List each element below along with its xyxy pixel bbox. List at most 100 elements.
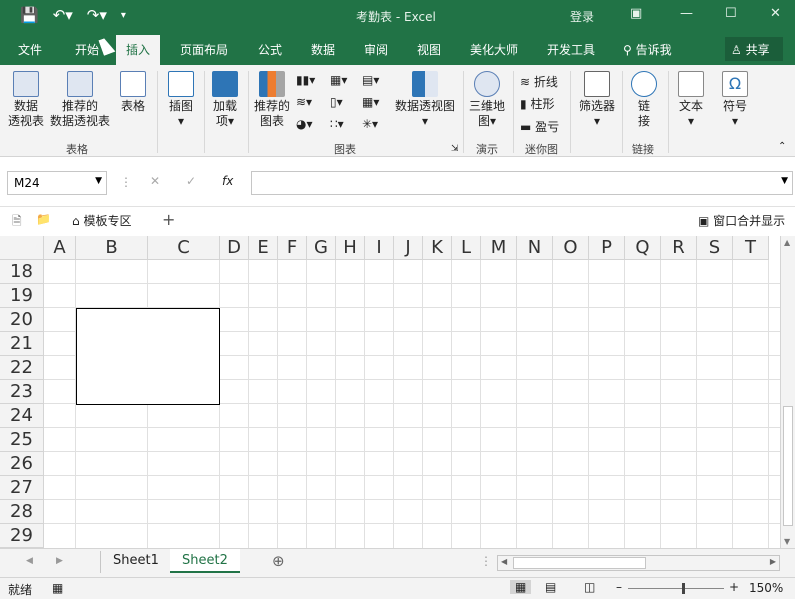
undo-icon[interactable]: ↶▾ <box>53 6 73 24</box>
scroll-left-icon[interactable]: ◀ <box>501 557 507 566</box>
3d-map-button[interactable]: 三维地 图▾ <box>466 71 508 129</box>
insert-function-icon[interactable]: fx <box>222 174 233 188</box>
text-button[interactable]: 文本 ▾ <box>672 71 710 129</box>
row-header[interactable]: 19 <box>0 284 44 308</box>
rectangle-shape[interactable] <box>76 308 220 405</box>
column-header[interactable]: H <box>336 236 365 260</box>
normal-view-icon[interactable]: ▦ <box>510 580 532 594</box>
pie-chart-icon[interactable]: ◕▾ <box>296 117 313 131</box>
row-header[interactable]: 18 <box>0 260 44 284</box>
new-file-icon[interactable]: 🗎 <box>12 212 22 233</box>
row-header[interactable]: 29 <box>0 524 44 548</box>
column-header[interactable]: K <box>423 236 452 260</box>
tab-beautify[interactable]: 美化大师 <box>470 41 518 58</box>
zoom-level[interactable]: 150% <box>749 581 783 595</box>
scroll-thumb[interactable] <box>513 557 646 569</box>
line-chart-icon[interactable]: ≋▾ <box>296 95 312 109</box>
tell-me[interactable]: ⚲ 告诉我 <box>623 41 672 58</box>
zoom-in-icon[interactable]: + <box>729 580 739 594</box>
column-header[interactable]: P <box>589 236 625 260</box>
row-header[interactable]: 22 <box>0 356 44 380</box>
macro-record-icon[interactable]: ▦ <box>52 581 63 595</box>
tab-developer[interactable]: 开发工具 <box>547 41 595 58</box>
scroll-down-icon[interactable]: ▼ <box>784 537 790 546</box>
horizontal-scrollbar[interactable]: ◀ ▶ <box>497 555 780 571</box>
customize-qat-icon[interactable]: ▾ <box>121 6 126 24</box>
save-icon[interactable]: 💾 <box>20 6 39 24</box>
ribbon-display-options-icon[interactable]: ▣ <box>630 6 642 21</box>
sparkline-winloss-button[interactable]: ▬ 盈亏 <box>520 118 559 135</box>
redo-icon[interactable]: ↷▾ <box>87 6 107 24</box>
scroll-right-icon[interactable]: ▶ <box>770 557 776 566</box>
column-header[interactable]: T <box>733 236 769 260</box>
tab-home[interactable]: 开始 <box>75 41 99 58</box>
column-header[interactable]: R <box>661 236 697 260</box>
column-header[interactable]: J <box>394 236 423 260</box>
column-header[interactable]: E <box>249 236 278 260</box>
tab-formulas[interactable]: 公式 <box>258 41 282 58</box>
pivot-table-button[interactable]: 数据 透视表 <box>6 71 46 129</box>
row-header[interactable]: 28 <box>0 500 44 524</box>
collapse-ribbon-icon[interactable]: ⌃ <box>778 141 786 152</box>
tab-page-layout[interactable]: 页面布局 <box>180 41 228 58</box>
column-header[interactable]: M <box>481 236 517 260</box>
illustrations-button[interactable]: 插图 ▾ <box>164 71 198 129</box>
template-zone-tab[interactable]: ⌂ 模板专区 <box>72 212 131 229</box>
sparkline-line-button[interactable]: ≋ 折线 <box>520 73 558 90</box>
share-button[interactable]: ♙ 共享 <box>725 37 783 61</box>
new-sheet-icon[interactable]: ⊕ <box>272 552 285 570</box>
enter-icon[interactable]: ✓ <box>186 174 196 188</box>
filter-button[interactable]: 筛选器 ▾ <box>575 71 619 129</box>
column-header[interactable]: I <box>365 236 394 260</box>
row-header[interactable]: 25 <box>0 428 44 452</box>
radar-chart-icon[interactable]: ✳▾ <box>362 117 378 131</box>
column-header[interactable]: F <box>278 236 307 260</box>
cancel-icon[interactable]: ✕ <box>150 174 160 188</box>
sparkline-column-button[interactable]: ▮ 柱形 <box>520 95 554 112</box>
column-header[interactable]: O <box>553 236 589 260</box>
minimize-icon[interactable]: — <box>680 6 693 21</box>
row-header[interactable]: 23 <box>0 380 44 404</box>
maximize-icon[interactable]: ☐ <box>725 6 737 21</box>
scatter-chart-icon[interactable]: ∷▾ <box>330 117 344 131</box>
tab-insert[interactable]: 插入 <box>116 35 161 65</box>
column-header[interactable]: Q <box>625 236 661 260</box>
combo-chart-icon[interactable]: ▦▾ <box>362 95 379 109</box>
add-tab-icon[interactable]: + <box>162 210 175 229</box>
tab-view[interactable]: 视图 <box>417 41 441 58</box>
recommended-pivot-button[interactable]: 推荐的 数据透视表 <box>48 71 112 129</box>
recommended-charts-button[interactable]: 推荐的 图表 <box>252 71 292 129</box>
column-header[interactable]: C <box>148 236 220 260</box>
scroll-right-icon[interactable]: ▶ <box>56 556 63 566</box>
tab-file[interactable]: 文件 <box>18 41 42 58</box>
hierarchy-chart-icon[interactable]: ▦▾ <box>330 73 347 87</box>
scroll-up-icon[interactable]: ▲ <box>784 238 790 247</box>
column-header[interactable]: L <box>452 236 481 260</box>
zoom-out-icon[interactable]: – <box>616 580 622 594</box>
link-button[interactable]: 链接 <box>626 71 662 129</box>
symbol-button[interactable]: Ω 符号 ▾ <box>716 71 754 129</box>
tab-review[interactable]: 审阅 <box>364 41 388 58</box>
row-header[interactable]: 21 <box>0 332 44 356</box>
scroll-left-icon[interactable]: ◀ <box>26 556 33 566</box>
page-break-view-icon[interactable]: ◫ <box>584 580 595 594</box>
sheet-tab-sheet1[interactable]: Sheet1 <box>101 549 171 573</box>
zoom-slider-thumb[interactable] <box>682 583 685 594</box>
vertical-scrollbar[interactable]: ▲ ▼ <box>780 236 795 548</box>
login-link[interactable]: 登录 <box>570 8 594 25</box>
table-button[interactable]: 表格 <box>116 71 150 114</box>
pivot-chart-button[interactable]: 数据透视图 ▾ <box>394 71 456 129</box>
row-header[interactable]: 27 <box>0 476 44 500</box>
page-layout-view-icon[interactable]: ▤ <box>545 580 556 594</box>
name-box[interactable]: M24 ▼ <box>7 171 107 195</box>
column-header[interactable]: D <box>220 236 249 260</box>
column-header[interactable]: G <box>307 236 336 260</box>
row-header[interactable]: 24 <box>0 404 44 428</box>
sheet-tab-sheet2[interactable]: Sheet2 <box>170 549 240 573</box>
addins-button[interactable]: 加载 项▾ <box>208 71 242 129</box>
scroll-thumb[interactable] <box>783 406 793 526</box>
select-all-corner[interactable] <box>0 236 44 260</box>
close-icon[interactable]: ✕ <box>770 6 781 21</box>
formula-input[interactable]: ▼ <box>251 171 793 195</box>
column-header[interactable]: S <box>697 236 733 260</box>
